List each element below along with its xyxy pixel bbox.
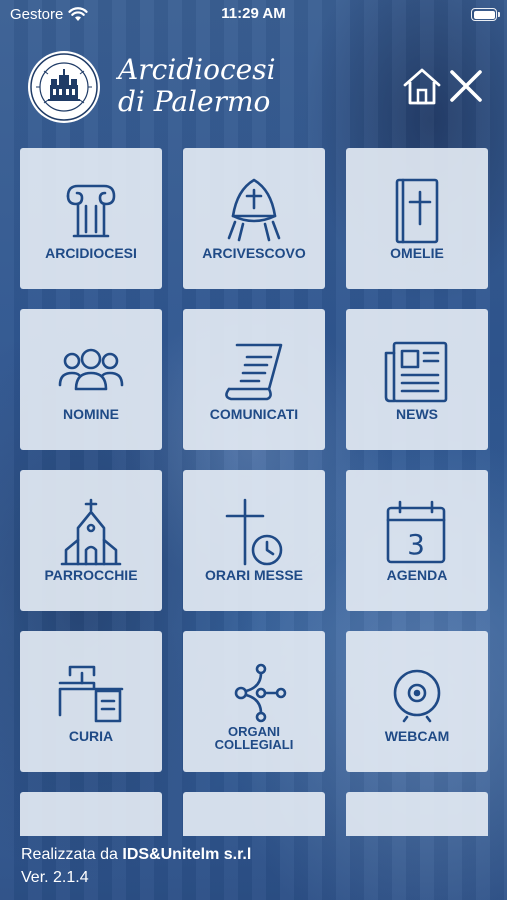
- partial-icon: [56, 820, 126, 836]
- title-line-1: Arcidiocesi: [118, 53, 276, 86]
- newspaper-icon: [384, 341, 448, 403]
- people-icon: [58, 348, 124, 391]
- menu-item-curia[interactable]: CURIA: [20, 631, 162, 772]
- menu-label: COMUNICATI: [209, 406, 299, 422]
- menu-label: CURIA: [68, 728, 114, 744]
- menu-item-omelie[interactable]: OMELIE: [346, 148, 488, 289]
- menu-item-arcidiocesi[interactable]: ARCIDIOCESI: [20, 148, 162, 289]
- home-icon[interactable]: [402, 66, 442, 106]
- menu-item-partial-1[interactable]: [20, 792, 162, 836]
- menu-label: ORARI MESSE: [204, 567, 303, 583]
- menu-label: AGENDA: [386, 567, 448, 583]
- menu-label: ARCIDIOCESI: [45, 245, 137, 261]
- column-icon: [66, 184, 116, 238]
- network-icon: [234, 663, 287, 723]
- partial-icon: [382, 820, 452, 836]
- menu-item-partial-3[interactable]: [346, 792, 488, 836]
- app-title: Arcidiocesi di Palermo: [118, 54, 276, 118]
- mitre-icon: [227, 178, 281, 242]
- status-bar: Gestore 11:29 AM: [0, 0, 507, 30]
- battery-icon: [471, 8, 500, 21]
- webcam-icon: [393, 669, 441, 723]
- menu-item-comunicati[interactable]: COMUNICATI: [183, 309, 325, 450]
- menu-label-line-2: COLLEGIALI: [214, 737, 294, 752]
- menu-label: WEBCAM: [384, 728, 450, 744]
- footer: Realizzata da IDS&Unitelm s.r.l Ver. 2.1…: [0, 836, 507, 900]
- menu-item-agenda[interactable]: 3 AGENDA: [346, 470, 488, 611]
- menu-label: NOMINE: [63, 406, 119, 422]
- menu-label: ARCIVESCOVO: [202, 245, 306, 261]
- menu-label: NEWS: [396, 406, 438, 422]
- church-icon: [60, 498, 122, 566]
- desk-icon: [58, 665, 124, 723]
- menu-item-news[interactable]: NEWS: [346, 309, 488, 450]
- clock: 11:29 AM: [221, 5, 286, 22]
- calendar-icon: 3: [386, 500, 446, 564]
- credit-prefix: Realizzata da: [21, 846, 123, 863]
- cross-clock-icon: [225, 498, 283, 566]
- menu-label: OMELIE: [390, 245, 444, 261]
- menu-item-arcivescovo[interactable]: ARCIVESCOVO: [183, 148, 325, 289]
- menu-label: PARROCCHIE: [44, 567, 138, 583]
- app-header: Arcidiocesi di Palermo: [0, 44, 507, 134]
- calendar-day: 3: [407, 528, 425, 561]
- menu-item-parrocchie[interactable]: PARROCCHIE: [20, 470, 162, 611]
- bible-icon: [395, 178, 439, 244]
- menu-item-organi-collegiali[interactable]: ORGANI COLLEGIALI: [183, 631, 325, 772]
- archdiocese-seal-logo: [28, 51, 100, 123]
- version-text: Ver. 2.1.4: [21, 869, 89, 886]
- menu-label: ORGANI COLLEGIALI: [183, 725, 325, 751]
- menu-item-partial-2[interactable]: [183, 792, 325, 836]
- menu-item-orari-messe[interactable]: ORARI MESSE: [183, 470, 325, 611]
- menu-item-nomine[interactable]: NOMINE: [20, 309, 162, 450]
- close-icon[interactable]: [448, 68, 484, 104]
- credit-company: IDS&Unitelm s.r.l: [122, 846, 252, 863]
- menu-item-webcam[interactable]: WEBCAM: [346, 631, 488, 772]
- credit-text: Realizzata da IDS&Unitelm s.r.l: [21, 846, 251, 864]
- menu-grid: ARCIDIOCESI ARCIVESCOVO OMELIE NOMINE CO…: [20, 148, 488, 836]
- scroll-icon: [225, 343, 283, 401]
- title-line-2: di Palermo: [118, 85, 271, 118]
